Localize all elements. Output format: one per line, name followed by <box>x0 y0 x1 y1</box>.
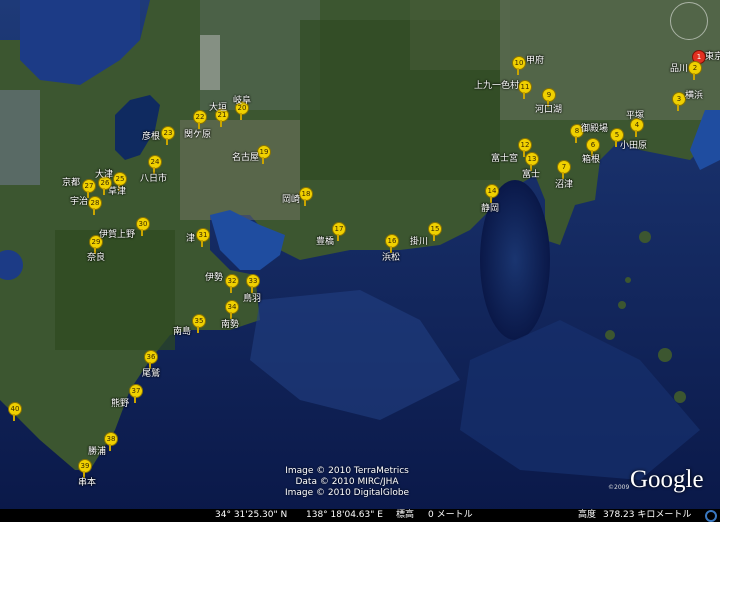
credit-line: Data © 2010 MIRC/JHA <box>295 477 399 487</box>
satellite-map[interactable]: 1 東京 2 品川 3 横浜 4 平塚 5 小田原 6 箱根 7 沼津 8 御殿… <box>0 0 720 522</box>
marker-40[interactable]: 40 <box>8 402 22 422</box>
label-gifu: 岐阜 <box>233 96 252 106</box>
label-shinagawa: 品川 <box>670 64 689 74</box>
marker-nanto[interactable]: 35 <box>192 314 206 334</box>
label-kumano: 熊野 <box>111 399 130 409</box>
label-sekigahara: 関ケ原 <box>184 130 212 140</box>
imagery-credits: Image © 2010 TerraMetrics Data © 2010 MI… <box>285 466 409 499</box>
marker-nagoya[interactable]: 19 <box>257 145 271 165</box>
label-hikone: 彦根 <box>142 132 161 142</box>
label-yokohama: 横浜 <box>685 91 704 101</box>
label-toyohashi: 豊橋 <box>316 237 335 247</box>
label-nagoya: 名古屋 <box>232 153 260 163</box>
streaming-indicator-icon <box>705 510 717 522</box>
label-nara: 奈良 <box>87 253 106 263</box>
label-ogaki: 大垣 <box>209 103 228 113</box>
marker-kumano[interactable]: 37 <box>129 384 143 404</box>
label-owase: 尾鷲 <box>142 369 161 379</box>
status-bar: 34° 31'25.30" N 138° 18'04.63" E 標高 0 メー… <box>0 509 720 522</box>
label-odawara: 小田原 <box>620 141 648 151</box>
marker-igaueno[interactable]: 30 <box>136 217 150 237</box>
label-yokaichi: 八日市 <box>140 174 168 184</box>
label-hamamatsu: 浜松 <box>382 253 401 263</box>
label-ise: 伊勢 <box>205 273 224 283</box>
label-numazu: 沼津 <box>555 180 574 190</box>
marker-shinagawa[interactable]: 2 <box>688 61 702 81</box>
google-logo: Google <box>630 466 704 493</box>
label-fujinomiya: 富士宮 <box>491 154 519 164</box>
label-uji: 宇治 <box>70 197 89 207</box>
label-tsu: 津 <box>186 234 196 244</box>
label-kyoto: 京都 <box>62 178 81 188</box>
credit-line: Image © 2010 DigitalGlobe <box>285 488 410 498</box>
latitude-readout: 34° 31'25.30" N <box>215 510 288 520</box>
marker-okazaki[interactable]: 18 <box>299 187 313 207</box>
marker-kofu[interactable]: 10 <box>512 56 526 76</box>
elevation-value: 0 メートル <box>428 510 473 520</box>
longitude-readout: 138° 18'04.63" E <box>306 510 383 520</box>
label-fuji: 富士 <box>522 170 541 180</box>
label-gotemba: 御殿場 <box>581 124 609 134</box>
marker-kamikuishiki[interactable]: 11 <box>518 80 532 100</box>
marker-kakegawa[interactable]: 15 <box>428 222 442 242</box>
label-otsu: 大津 <box>95 170 114 180</box>
marker-uji[interactable]: 28 <box>88 196 102 216</box>
label-shizuoka: 静岡 <box>481 204 500 214</box>
label-igaueno: 伊賀上野 <box>99 230 136 240</box>
altitude-value: 378.23 キロメートル <box>603 510 692 520</box>
label-kawaguchiko: 河口湖 <box>535 105 563 115</box>
marker-toyohashi[interactable]: 17 <box>332 222 346 242</box>
marker-tsu[interactable]: 31 <box>196 228 210 248</box>
marker-katsuura[interactable]: 38 <box>104 432 118 452</box>
label-okazaki: 岡崎 <box>282 195 301 205</box>
label-hiratsuka: 平塚 <box>626 111 645 121</box>
label-hakone: 箱根 <box>582 155 601 165</box>
altitude-label: 高度 <box>578 510 597 520</box>
compass-ring[interactable] <box>670 2 708 40</box>
marker-hikone[interactable]: 23 <box>161 126 175 146</box>
marker-hiratsuka[interactable]: 4 <box>630 118 644 138</box>
label-toba: 鳥羽 <box>243 294 262 304</box>
elevation-label: 標高 <box>396 510 415 520</box>
label-tokyo: 東京 <box>705 52 720 62</box>
label-nanto: 南島 <box>173 327 192 337</box>
marker-ise[interactable]: 32 <box>225 274 239 294</box>
label-nansei: 南勢 <box>221 320 240 330</box>
label-kofu: 甲府 <box>526 56 545 66</box>
label-kushimoto: 串本 <box>78 478 97 488</box>
logo-year: ©2009 <box>608 484 630 491</box>
label-kakegawa: 掛川 <box>410 237 429 247</box>
label-katsuura: 勝浦 <box>88 447 107 457</box>
credit-line: Image © 2010 TerraMetrics <box>285 466 409 476</box>
label-kamikuishiki: 上九一色村 <box>474 81 520 91</box>
marker-yokohama[interactable]: 3 <box>672 92 686 112</box>
